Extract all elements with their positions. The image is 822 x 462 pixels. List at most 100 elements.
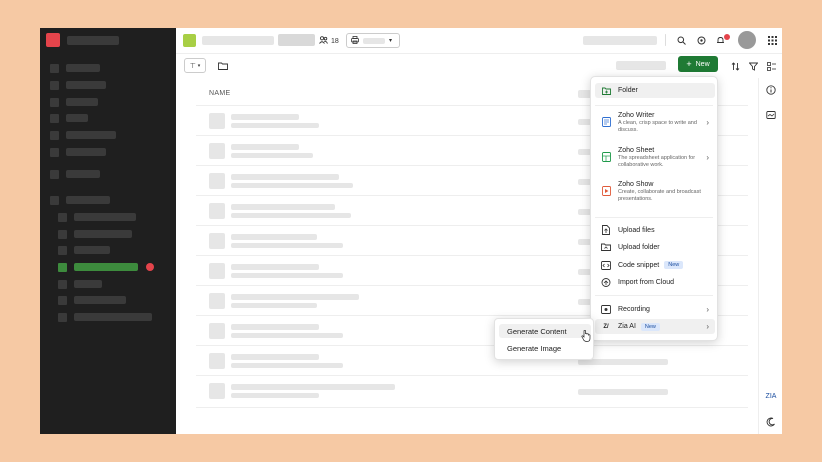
import-cloud-label: Import from Cloud	[618, 278, 675, 286]
sidebar-subitem[interactable]	[58, 242, 110, 258]
upload-file-icon	[601, 225, 611, 235]
sidebar-subitem[interactable]	[58, 309, 152, 325]
divider	[595, 217, 713, 218]
chevron-right-icon: ›	[706, 322, 709, 331]
folder-plus-icon	[601, 86, 611, 96]
filter-icon[interactable]	[747, 60, 759, 72]
sort-icon[interactable]	[729, 60, 741, 72]
notification-dot	[146, 263, 154, 271]
menu-item-zoho-sheet[interactable]: Zoho Sheet The spreadsheet application f…	[595, 146, 715, 169]
chevron-right-icon: ›	[706, 304, 709, 314]
chevron-down-icon: ▾	[197, 62, 201, 69]
menu-item-upload-files[interactable]: Upload files	[595, 224, 715, 236]
sidebar-subitem[interactable]	[58, 292, 126, 308]
folder-path-placeholder[interactable]	[278, 34, 315, 46]
view-icon[interactable]	[765, 60, 777, 72]
new-button-label: New	[695, 60, 710, 68]
breadcrumb-placeholder[interactable]	[202, 36, 274, 45]
people-icon	[319, 36, 328, 46]
tree-view-button[interactable]: ⊤ ▾	[184, 58, 206, 73]
upload-folder-icon	[601, 242, 611, 252]
menu-item-import-cloud[interactable]: Import from Cloud	[595, 276, 715, 288]
zia-ai-submenu: Generate Content Generate Image	[494, 318, 594, 360]
sidebar-item[interactable]	[50, 166, 100, 182]
divider	[196, 345, 748, 346]
code-icon	[601, 260, 611, 270]
code-snippet-label: Code snippet	[618, 261, 660, 269]
help-icon[interactable]	[695, 34, 707, 46]
menu-item-zoho-show[interactable]: Zoho Show Create, collaborate and broadc…	[595, 180, 715, 203]
sidebar-subitem[interactable]	[58, 276, 102, 292]
info-icon[interactable]	[765, 84, 777, 96]
divider	[595, 105, 713, 106]
top-bar: 18 ▾	[176, 28, 782, 54]
sidebar-item[interactable]	[50, 94, 98, 110]
new-menu: Folder Zoho Writer A clean, crisp space …	[590, 76, 718, 341]
logo-icon[interactable]	[46, 33, 60, 47]
divider	[196, 407, 748, 408]
sidebar-item[interactable]	[50, 144, 106, 160]
pointer-cursor-icon	[581, 329, 591, 342]
search-placeholder[interactable]	[583, 36, 657, 45]
menu-item-code-snippet[interactable]: Code snippet New	[595, 259, 715, 271]
toolbar-placeholder	[616, 61, 666, 70]
upload-folder-label: Upload folder	[618, 243, 660, 251]
upload-files-label: Upload files	[618, 226, 655, 234]
sheet-title: Zoho Sheet	[618, 147, 655, 154]
sidebar-subitem-active[interactable]	[58, 259, 138, 275]
chevron-down-icon: ▾	[389, 38, 393, 44]
notification-badge	[724, 34, 730, 40]
zia-ai-label: Zia AI	[618, 323, 636, 330]
sidebar-subitem[interactable]	[58, 209, 136, 225]
zia-icon[interactable]: ZIA	[765, 390, 777, 402]
folder-icon[interactable]	[217, 60, 229, 72]
chevron-right-icon: ›	[706, 118, 709, 127]
sidebar-item[interactable]	[50, 77, 106, 93]
recording-label: Recording	[618, 305, 650, 313]
divider	[665, 34, 666, 46]
members-count-label: 18	[331, 37, 339, 45]
search-icon[interactable]	[675, 34, 687, 46]
sidebar-item[interactable]	[50, 192, 110, 208]
menu-item-recording[interactable]: Recording ›	[595, 303, 715, 315]
sidebar-item[interactable]	[50, 110, 88, 126]
writer-title: Zoho Writer	[618, 112, 655, 119]
record-icon	[601, 304, 611, 314]
generate-image-item[interactable]: Generate Image	[499, 341, 591, 355]
sidebar-item[interactable]	[50, 60, 100, 76]
divider	[196, 375, 748, 376]
menu-item-folder-label: Folder	[618, 87, 638, 94]
chevron-right-icon: ›	[706, 153, 709, 162]
workspace-select[interactable]: ▾	[346, 33, 400, 48]
members-count[interactable]: 18	[319, 34, 339, 48]
avatar[interactable]	[738, 31, 756, 49]
menu-item-upload-folder[interactable]: Upload folder	[595, 241, 715, 253]
menu-item-zia-ai[interactable]: Z/ Zia AI New ›	[595, 319, 715, 334]
moon-icon[interactable]	[765, 416, 777, 428]
show-title: Zoho Show	[618, 181, 654, 188]
workspace-icon[interactable]	[183, 34, 196, 47]
column-header-name[interactable]: NAME	[209, 90, 230, 97]
generate-content-item[interactable]: Generate Content	[499, 324, 591, 338]
writer-description: A clean, crisp space to write and discus…	[618, 120, 697, 133]
workspace-name-placeholder	[67, 36, 119, 45]
select-value-placeholder	[363, 37, 385, 44]
divider	[595, 295, 713, 296]
tree-icon: ⊤	[189, 62, 196, 70]
plus-icon: +	[686, 59, 692, 69]
new-badge: New	[664, 261, 684, 269]
new-button[interactable]: + New	[678, 56, 718, 72]
activity-icon[interactable]	[765, 109, 777, 121]
apps-icon[interactable]	[766, 34, 778, 46]
sidebar-item[interactable]	[50, 127, 116, 143]
menu-item-folder[interactable]: Folder	[595, 83, 715, 98]
sidebar-subitem[interactable]	[58, 226, 132, 242]
sheet-description: The spreadsheet application for collabor…	[618, 155, 696, 168]
right-rail: ZIA	[758, 78, 782, 434]
show-icon	[601, 186, 611, 196]
writer-icon	[601, 117, 611, 127]
printer-icon	[351, 35, 359, 46]
menu-item-zoho-writer[interactable]: Zoho Writer A clean, crisp space to writ…	[595, 111, 715, 134]
zia-ai-icon: Z/	[603, 323, 609, 330]
show-description: Create, collaborate and broadcast presen…	[618, 189, 701, 202]
